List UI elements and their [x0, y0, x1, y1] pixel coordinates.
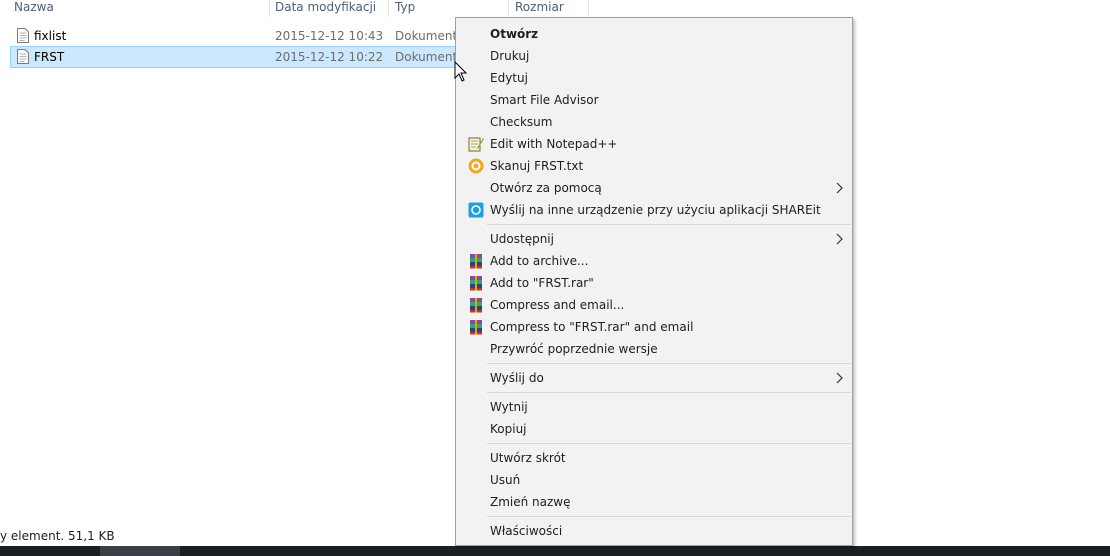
menu-item-label: Otwórz: [490, 27, 539, 41]
text-file-icon: [17, 49, 29, 64]
menu-item-rename[interactable]: Zmień nazwę: [457, 491, 851, 513]
menu-item-label: Drukuj: [490, 49, 530, 63]
menu-item-label: Edytuj: [490, 71, 528, 85]
column-name-label: Nazwa: [14, 0, 54, 14]
winrar-icon: [470, 320, 482, 335]
taskbar: [0, 546, 1110, 556]
menu-separator: [487, 224, 851, 225]
menu-item-checksum[interactable]: Checksum: [457, 111, 851, 133]
menu-item-label: Add to archive...: [490, 254, 589, 268]
menu-item-open-with[interactable]: Otwórz za pomocą: [457, 177, 851, 199]
notepad-plus-icon: [468, 137, 484, 152]
menu-item-label: Compress and email...: [490, 298, 625, 312]
menu-item-label: Właściwości: [490, 524, 563, 538]
menu-item-label: Udostępnij: [490, 232, 554, 246]
menu-item-smart-file-advisor[interactable]: Smart File Advisor: [457, 89, 851, 111]
menu-item-copy[interactable]: Kopiuj: [457, 418, 851, 440]
menu-item-create-shortcut[interactable]: Utwórz skrót: [457, 447, 851, 469]
context-menu: Otwórz Drukuj Edytuj Smart File Advisor …: [455, 17, 853, 546]
chevron-right-icon: [836, 182, 843, 194]
winrar-icon: [470, 298, 482, 313]
file-name: fixlist: [34, 29, 67, 43]
menu-item-edit-notepad[interactable]: Edit with Notepad++: [457, 133, 851, 155]
column-type-label: Typ: [395, 0, 416, 14]
column-name-header[interactable]: Nazwa: [8, 0, 270, 17]
menu-item-properties[interactable]: Właściwości: [457, 520, 851, 542]
menu-separator: [487, 363, 851, 364]
chevron-right-icon: [836, 233, 843, 245]
status-bar-text: y element. 51,1 KB: [0, 529, 115, 543]
menu-item-compress-rar-email[interactable]: Compress to "FRST.rar" and email: [457, 316, 851, 338]
column-type-header[interactable]: Typ: [389, 0, 509, 17]
menu-item-label: Otwórz za pomocą: [490, 181, 602, 195]
winrar-icon: [470, 254, 482, 269]
menu-item-restore-versions[interactable]: Przywróć poprzednie wersje: [457, 338, 851, 360]
menu-separator: [487, 443, 851, 444]
menu-item-label: Add to "FRST.rar": [490, 276, 594, 290]
menu-item-label: Checksum: [490, 115, 553, 129]
file-name: FRST: [34, 50, 65, 64]
chevron-right-icon: [836, 372, 843, 384]
menu-item-delete[interactable]: Usuń: [457, 469, 851, 491]
menu-item-add-rar[interactable]: Add to "FRST.rar": [457, 272, 851, 294]
file-row-fixlist[interactable]: fixlist 2015-12-12 10:43 Dokument teksto…: [10, 25, 465, 47]
column-date-header[interactable]: Data modyfikacji: [269, 0, 389, 17]
menu-item-label: Wytnij: [490, 400, 528, 414]
menu-item-share[interactable]: Udostępnij: [457, 228, 851, 250]
menu-item-send-to[interactable]: Wyślij do: [457, 367, 851, 389]
winrar-icon: [470, 276, 482, 291]
menu-separator: [487, 516, 851, 517]
text-file-icon: [17, 28, 29, 43]
menu-item-edit[interactable]: Edytuj: [457, 67, 851, 89]
menu-item-label: Compress to "FRST.rar" and email: [490, 320, 694, 334]
menu-item-label: Skanuj FRST.txt: [490, 159, 584, 173]
menu-item-label: Wyślij na inne urządzenie przy użyciu ap…: [490, 203, 821, 217]
menu-item-label: Smart File Advisor: [490, 93, 599, 107]
menu-item-cut[interactable]: Wytnij: [457, 396, 851, 418]
menu-item-label: Kopiuj: [490, 422, 527, 436]
mouse-cursor-icon: [454, 61, 468, 82]
menu-separator: [487, 392, 851, 393]
column-size-label: Rozmiar: [515, 0, 564, 14]
file-row-frst[interactable]: FRST 2015-12-12 10:22 Dokument tekstowy: [10, 46, 465, 68]
menu-item-label: Zmień nazwę: [490, 495, 571, 509]
menu-item-label: Edit with Notepad++: [490, 137, 618, 151]
menu-item-add-archive[interactable]: Add to archive...: [457, 250, 851, 272]
taskbar-button[interactable]: [100, 546, 180, 556]
menu-item-label: Wyślij do: [490, 371, 544, 385]
menu-item-label: Usuń: [490, 473, 521, 487]
menu-item-scan[interactable]: Skanuj FRST.txt: [457, 155, 851, 177]
antivirus-scan-icon: [468, 158, 484, 174]
menu-item-print[interactable]: Drukuj: [457, 45, 851, 67]
menu-item-compress-email[interactable]: Compress and email...: [457, 294, 851, 316]
column-size-header[interactable]: Rozmiar: [509, 0, 589, 17]
menu-item-label: Przywróć poprzednie wersje: [490, 342, 658, 356]
column-date-label: Data modyfikacji: [275, 0, 377, 14]
menu-item-label: Utwórz skrót: [490, 451, 566, 465]
file-date: 2015-12-12 10:43: [275, 29, 384, 43]
file-date: 2015-12-12 10:22: [275, 50, 384, 64]
menu-item-open[interactable]: Otwórz: [457, 23, 851, 45]
menu-item-shareit[interactable]: Wyślij na inne urządzenie przy użyciu ap…: [457, 199, 851, 221]
column-header-bar: Nazwa Data modyfikacji Typ Rozmiar: [0, 0, 1110, 17]
shareit-icon: [468, 202, 484, 218]
